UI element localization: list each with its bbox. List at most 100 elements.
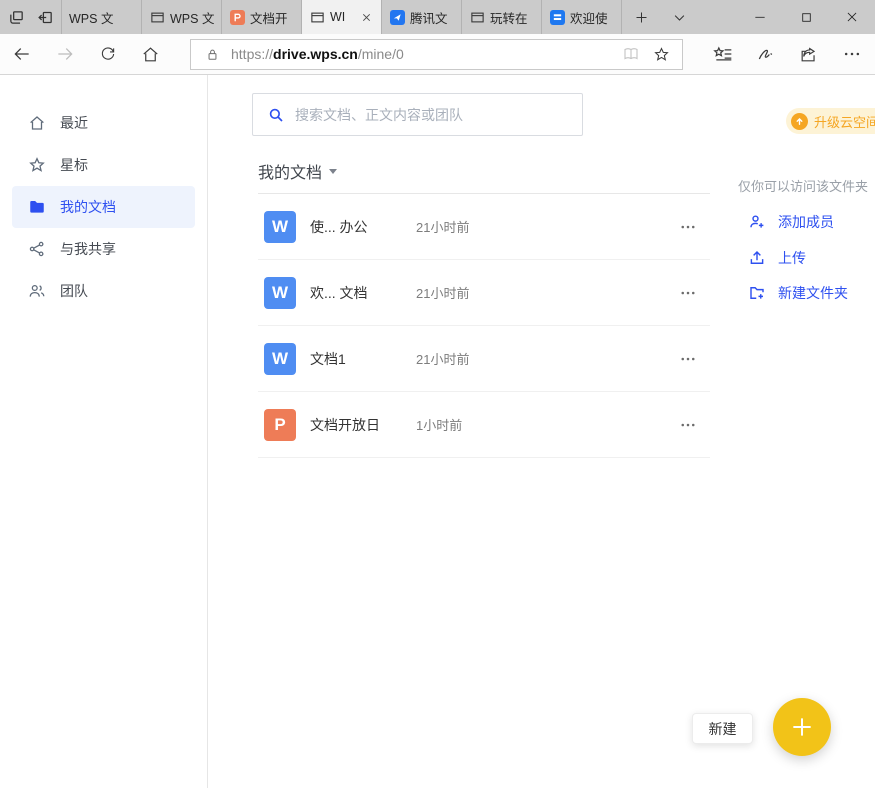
ellipsis-icon [681, 225, 695, 228]
address-bar[interactable]: https://drive.wps.cn/mine/0 [190, 38, 683, 70]
back-arrow-icon [12, 44, 32, 64]
refresh-icon [99, 45, 117, 63]
back-button[interactable] [0, 34, 43, 75]
browser-tab-6[interactable]: 玩转在 [462, 0, 542, 34]
file-name: 使... 办公 [310, 218, 368, 235]
favorite-star-button[interactable] [650, 43, 672, 65]
tab-list-dropdown-button[interactable] [660, 0, 698, 34]
wps-docs-icon [549, 9, 565, 25]
refresh-button[interactable] [86, 34, 129, 75]
forward-button[interactable] [43, 34, 86, 75]
url-text: https://drive.wps.cn/mine/0 [231, 46, 612, 62]
file-more-button[interactable] [676, 281, 700, 305]
folder-icon [28, 198, 46, 216]
file-more-button[interactable] [676, 215, 700, 239]
plus-icon [789, 714, 815, 740]
browser-tab-5[interactable]: 腾讯文 [382, 0, 462, 34]
action-label: 添加成员 [778, 214, 834, 230]
minimize-button[interactable] [737, 0, 783, 34]
wps-presentation-file-icon: P [264, 408, 296, 441]
close-window-button[interactable] [829, 0, 875, 34]
share-nodes-icon [28, 240, 46, 258]
browser-tab-2[interactable]: WPS 文 [142, 0, 222, 34]
file-modified-time: 21小时前 [416, 352, 470, 367]
settings-more-button[interactable] [830, 34, 873, 75]
file-row[interactable]: P 文档开放日 1小时前 [258, 392, 710, 458]
tab-title: WPS 文 [170, 11, 214, 26]
reading-view-button[interactable] [620, 43, 642, 65]
wps-presentation-icon [229, 9, 245, 25]
hub-favorites-button[interactable] [701, 34, 744, 75]
book-icon [622, 45, 640, 63]
file-name: 欢... 文档 [310, 284, 368, 301]
file-row[interactable]: W 欢... 文档 21小时前 [258, 260, 710, 326]
file-more-button[interactable] [676, 413, 700, 437]
window-controls [737, 0, 875, 34]
pen-icon [756, 44, 776, 64]
action-label: 上传 [778, 250, 806, 266]
folder-plus-icon [748, 284, 766, 302]
maximize-button[interactable] [783, 0, 829, 34]
new-tab-button[interactable] [622, 0, 660, 34]
wps-drive-page: 最近 星标 我的文档 与我共享 团队 升级云空间 我的文档 [0, 75, 875, 788]
new-folder-button[interactable]: 新建文件夹 [748, 283, 848, 303]
ellipsis-icon [681, 423, 695, 426]
sidebar-item-my-documents[interactable]: 我的文档 [12, 186, 195, 228]
file-list: W 使... 办公 21小时前 W 欢... 文档 21小时前 W 文档1 21… [258, 194, 710, 458]
sidebar-item-label: 我的文档 [60, 199, 116, 215]
file-modified-time: 21小时前 [416, 220, 470, 235]
home-button[interactable] [129, 34, 172, 75]
share-button[interactable] [787, 34, 830, 75]
sidebar-item-label: 与我共享 [60, 241, 116, 257]
sidebar-item-shared-with-me[interactable]: 与我共享 [12, 228, 195, 270]
star-icon [653, 46, 670, 63]
set-aside-icon [37, 9, 54, 26]
set-tabs-aside-button[interactable] [32, 4, 58, 30]
sidebar: 最近 星标 我的文档 与我共享 团队 [0, 75, 208, 788]
window-page-icon [469, 9, 485, 25]
new-tooltip: 新建 [692, 713, 753, 744]
web-note-button[interactable] [744, 34, 787, 75]
close-icon [845, 10, 859, 24]
url-domain: drive.wps.cn [273, 46, 358, 62]
tab-title: 欢迎使 [570, 11, 608, 26]
file-row[interactable]: W 使... 办公 21小时前 [258, 194, 710, 260]
wps-writer-file-icon: W [264, 342, 296, 375]
sidebar-item-teams[interactable]: 团队 [12, 270, 195, 312]
upload-button[interactable]: 上传 [748, 248, 806, 268]
navbar-right-tools [701, 34, 873, 75]
page-title: 我的文档 [258, 165, 323, 182]
file-row[interactable]: W 文档1 21小时前 [258, 326, 710, 392]
file-name: 文档1 [310, 350, 346, 367]
tab-close-icon[interactable] [358, 9, 374, 25]
tab-title: WI [330, 10, 346, 24]
add-members-button[interactable]: 添加成员 [748, 212, 834, 232]
browser-tab-1[interactable]: WPS 文 [62, 0, 142, 34]
sidebar-item-recent[interactable]: 最近 [12, 102, 195, 144]
star-list-icon [712, 44, 733, 64]
home-icon [141, 45, 160, 64]
search-box [252, 93, 583, 136]
file-modified-time: 21小时前 [416, 286, 470, 301]
file-more-button[interactable] [676, 347, 700, 371]
sidebar-item-starred[interactable]: 星标 [12, 144, 195, 186]
tab-title: WPS 文 [69, 11, 114, 26]
browser-tab-3[interactable]: 文档开 [222, 0, 302, 34]
create-new-fab-button[interactable] [773, 698, 831, 756]
upgrade-arrow-icon [791, 112, 808, 130]
browser-tab-4-active[interactable]: WI [302, 0, 382, 34]
wps-writer-file-icon: W [264, 276, 296, 309]
upgrade-cloud-space-button[interactable]: 升级云空间 [786, 108, 875, 134]
home-icon [28, 114, 46, 132]
tencent-docs-icon [389, 9, 405, 25]
url-path: /mine/0 [357, 46, 404, 62]
file-name: 文档开放日 [310, 416, 380, 433]
browser-navbar: https://drive.wps.cn/mine/0 [0, 34, 875, 75]
search-icon [267, 106, 285, 124]
tab-title: 玩转在 [490, 11, 528, 26]
search-input[interactable] [295, 106, 568, 123]
browser-tab-7[interactable]: 欢迎使 [542, 0, 622, 34]
tabs-aside-preview-button[interactable] [3, 4, 29, 30]
folder-title-dropdown[interactable]: 我的文档 [258, 159, 338, 183]
forward-arrow-icon [55, 44, 75, 64]
